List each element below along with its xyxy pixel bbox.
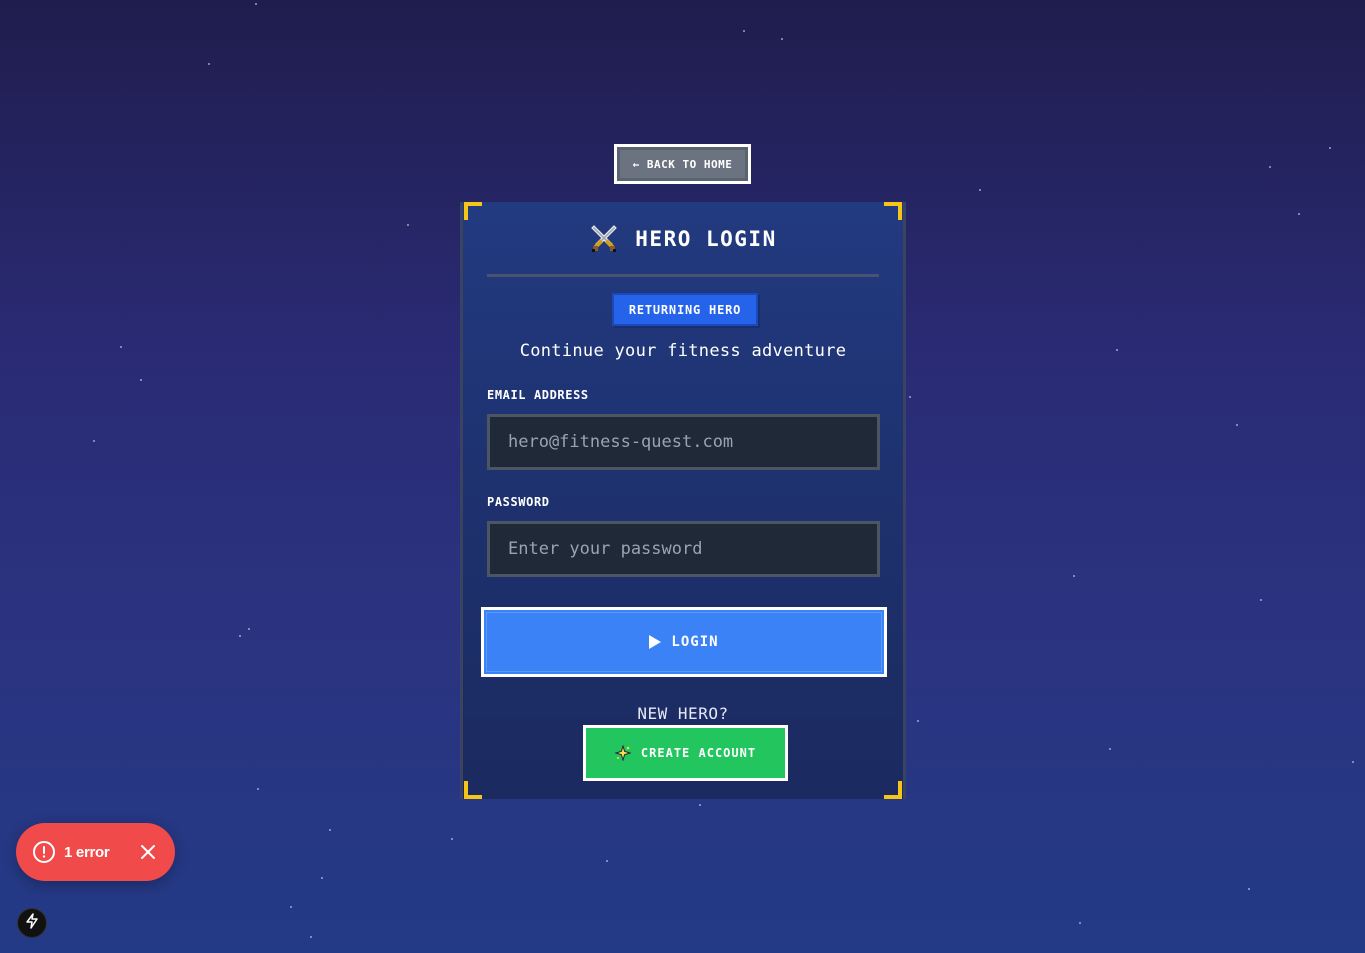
dev-tools-button[interactable]: [17, 908, 47, 938]
page-title: HERO LOGIN: [635, 227, 777, 251]
login-card: HERO LOGIN RETURNING HERO Continue your …: [460, 202, 906, 799]
email-label: EMAIL ADDRESS: [487, 388, 589, 402]
login-button-label: LOGIN: [671, 634, 719, 650]
create-account-button[interactable]: CREATE ACCOUNT: [583, 725, 788, 781]
lightning-icon: [25, 913, 39, 933]
back-to-home-button[interactable]: ← BACK TO HOME: [614, 144, 751, 184]
card-header: HERO LOGIN: [463, 224, 903, 254]
returning-hero-badge: RETURNING HERO: [612, 293, 758, 326]
corner-decoration-top-right: [884, 202, 902, 220]
login-button[interactable]: LOGIN: [481, 607, 887, 677]
error-count-label: 1 error: [64, 843, 110, 861]
password-label: PASSWORD: [487, 495, 550, 509]
header-divider: [487, 274, 879, 277]
corner-decoration-top-left: [464, 202, 482, 220]
crossed-swords-icon: [589, 224, 619, 254]
error-toast[interactable]: 1 error: [16, 823, 175, 881]
password-field[interactable]: [487, 521, 880, 577]
create-account-label: CREATE ACCOUNT: [640, 746, 757, 760]
card-subtitle: Continue your fitness adventure: [519, 341, 847, 361]
signup-prompt: NEW HERO?: [637, 704, 729, 723]
corner-decoration-bottom-left: [464, 781, 482, 799]
back-to-home-label: ← BACK TO HOME: [620, 150, 745, 178]
create-account-content: CREATE ACCOUNT: [588, 730, 783, 776]
login-button-content: LOGIN: [486, 612, 882, 672]
alert-circle-icon: [32, 840, 56, 864]
close-icon[interactable]: [139, 843, 157, 861]
email-field[interactable]: [487, 414, 880, 470]
corner-decoration-bottom-right: [884, 781, 902, 799]
sparkle-icon: [614, 744, 632, 762]
play-icon: [649, 635, 662, 649]
